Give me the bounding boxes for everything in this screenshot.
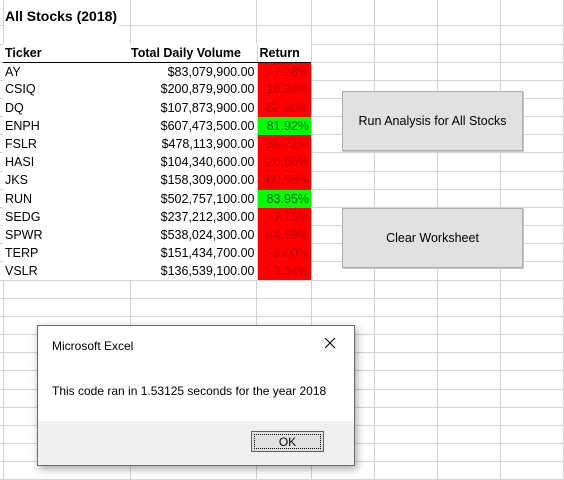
cell-ticker[interactable]: CSIQ <box>3 80 129 99</box>
cell-ticker[interactable]: SPWR <box>3 225 129 245</box>
ok-button[interactable]: OK <box>251 431 324 452</box>
header-return[interactable]: Return <box>257 44 311 63</box>
cell-volume[interactable]: $607,473,500.00 <box>129 116 258 135</box>
dialog-message: This code ran in 1.53125 seconds for the… <box>52 384 327 398</box>
cell-volume[interactable]: $151,434,700.00 <box>129 244 258 263</box>
cell-volume[interactable]: $237,212,300.00 <box>129 207 258 226</box>
cell-ticker[interactable]: JKS <box>3 171 129 190</box>
stocks-table: Ticker Total Daily Volume Return AY $83,0… <box>3 44 311 281</box>
header-volume[interactable]: Total Daily Volume <box>129 44 258 63</box>
cell-return[interactable]: -62.60% <box>257 98 311 117</box>
cell-return[interactable]: 81.92% <box>257 116 311 135</box>
cell-return[interactable]: -60.53% <box>257 171 311 190</box>
table-row: TERP $151,434,700.00 -5.00% <box>3 244 311 263</box>
table-row: DQ $107,873,900.00 -62.60% <box>3 98 311 117</box>
cell-return[interactable]: -20.66% <box>257 153 311 172</box>
sheet-title[interactable]: All Stocks (2018) <box>5 4 120 28</box>
cell-return[interactable]: -3.54% <box>257 262 311 281</box>
cell-volume[interactable]: $136,539,100.00 <box>129 262 258 281</box>
cell-return[interactable]: -44.59% <box>257 225 311 245</box>
cell-volume[interactable]: $200,879,900.00 <box>129 80 258 99</box>
cell-ticker[interactable]: AY <box>3 62 129 81</box>
cell-ticker[interactable]: ENPH <box>3 116 129 135</box>
table-row: SPWR $538,024,300.00 -44.59% <box>3 225 311 245</box>
cell-return[interactable]: -39.71% <box>257 134 311 154</box>
cell-return[interactable]: -16.34% <box>257 80 311 99</box>
run-analysis-button[interactable]: Run Analysis for All Stocks <box>342 91 523 151</box>
table-row: JKS $158,309,000.00 -60.53% <box>3 171 311 190</box>
cell-return[interactable]: -7.28% <box>257 62 311 81</box>
table-row: VSLR $136,539,100.00 -3.54% <box>3 262 311 281</box>
cell-volume[interactable]: $478,113,900.00 <box>129 134 258 154</box>
cell-ticker[interactable]: TERP <box>3 244 129 263</box>
header-ticker[interactable]: Ticker <box>3 44 129 63</box>
gridline <box>0 298 564 299</box>
table-row: HASI $104,340,600.00 -20.66% <box>3 153 311 172</box>
table-row: SEDG $237,212,300.00 -7.75% <box>3 207 311 226</box>
table-header-row: Ticker Total Daily Volume Return <box>3 44 311 63</box>
cell-ticker[interactable]: VSLR <box>3 262 129 281</box>
table-row: FSLR $478,113,900.00 -39.71% <box>3 134 311 154</box>
message-dialog: Microsoft Excel This code ran in 1.53125… <box>37 325 355 466</box>
cell-ticker[interactable]: HASI <box>3 153 129 172</box>
table-row: ENPH $607,473,500.00 81.92% <box>3 116 311 135</box>
table-row: RUN $502,757,100.00 83.95% <box>3 189 311 208</box>
table-row: AY $83,079,900.00 -7.28% <box>3 62 311 81</box>
table-row: CSIQ $200,879,900.00 -16.34% <box>3 80 311 99</box>
gridline <box>0 316 564 317</box>
clear-worksheet-button[interactable]: Clear Worksheet <box>342 208 523 268</box>
close-icon[interactable] <box>322 335 338 351</box>
cell-return[interactable]: -7.75% <box>257 207 311 226</box>
dialog-footer: OK <box>38 421 354 465</box>
cell-volume[interactable]: $538,024,300.00 <box>129 225 258 245</box>
dialog-title: Microsoft Excel <box>52 339 134 353</box>
cell-volume[interactable]: $104,340,600.00 <box>129 153 258 172</box>
cell-volume[interactable]: $107,873,900.00 <box>129 98 258 117</box>
cell-volume[interactable]: $158,309,000.00 <box>129 171 258 190</box>
cell-ticker[interactable]: DQ <box>3 98 129 117</box>
cell-return[interactable]: 83.95% <box>257 189 311 208</box>
cell-ticker[interactable]: RUN <box>3 189 129 208</box>
cell-volume[interactable]: $83,079,900.00 <box>129 62 258 81</box>
cell-ticker[interactable]: SEDG <box>3 207 129 226</box>
cell-volume[interactable]: $502,757,100.00 <box>129 189 258 208</box>
cell-return[interactable]: -5.00% <box>257 244 311 263</box>
cell-ticker[interactable]: FSLR <box>3 134 129 154</box>
close-icon-glyph <box>324 337 336 349</box>
